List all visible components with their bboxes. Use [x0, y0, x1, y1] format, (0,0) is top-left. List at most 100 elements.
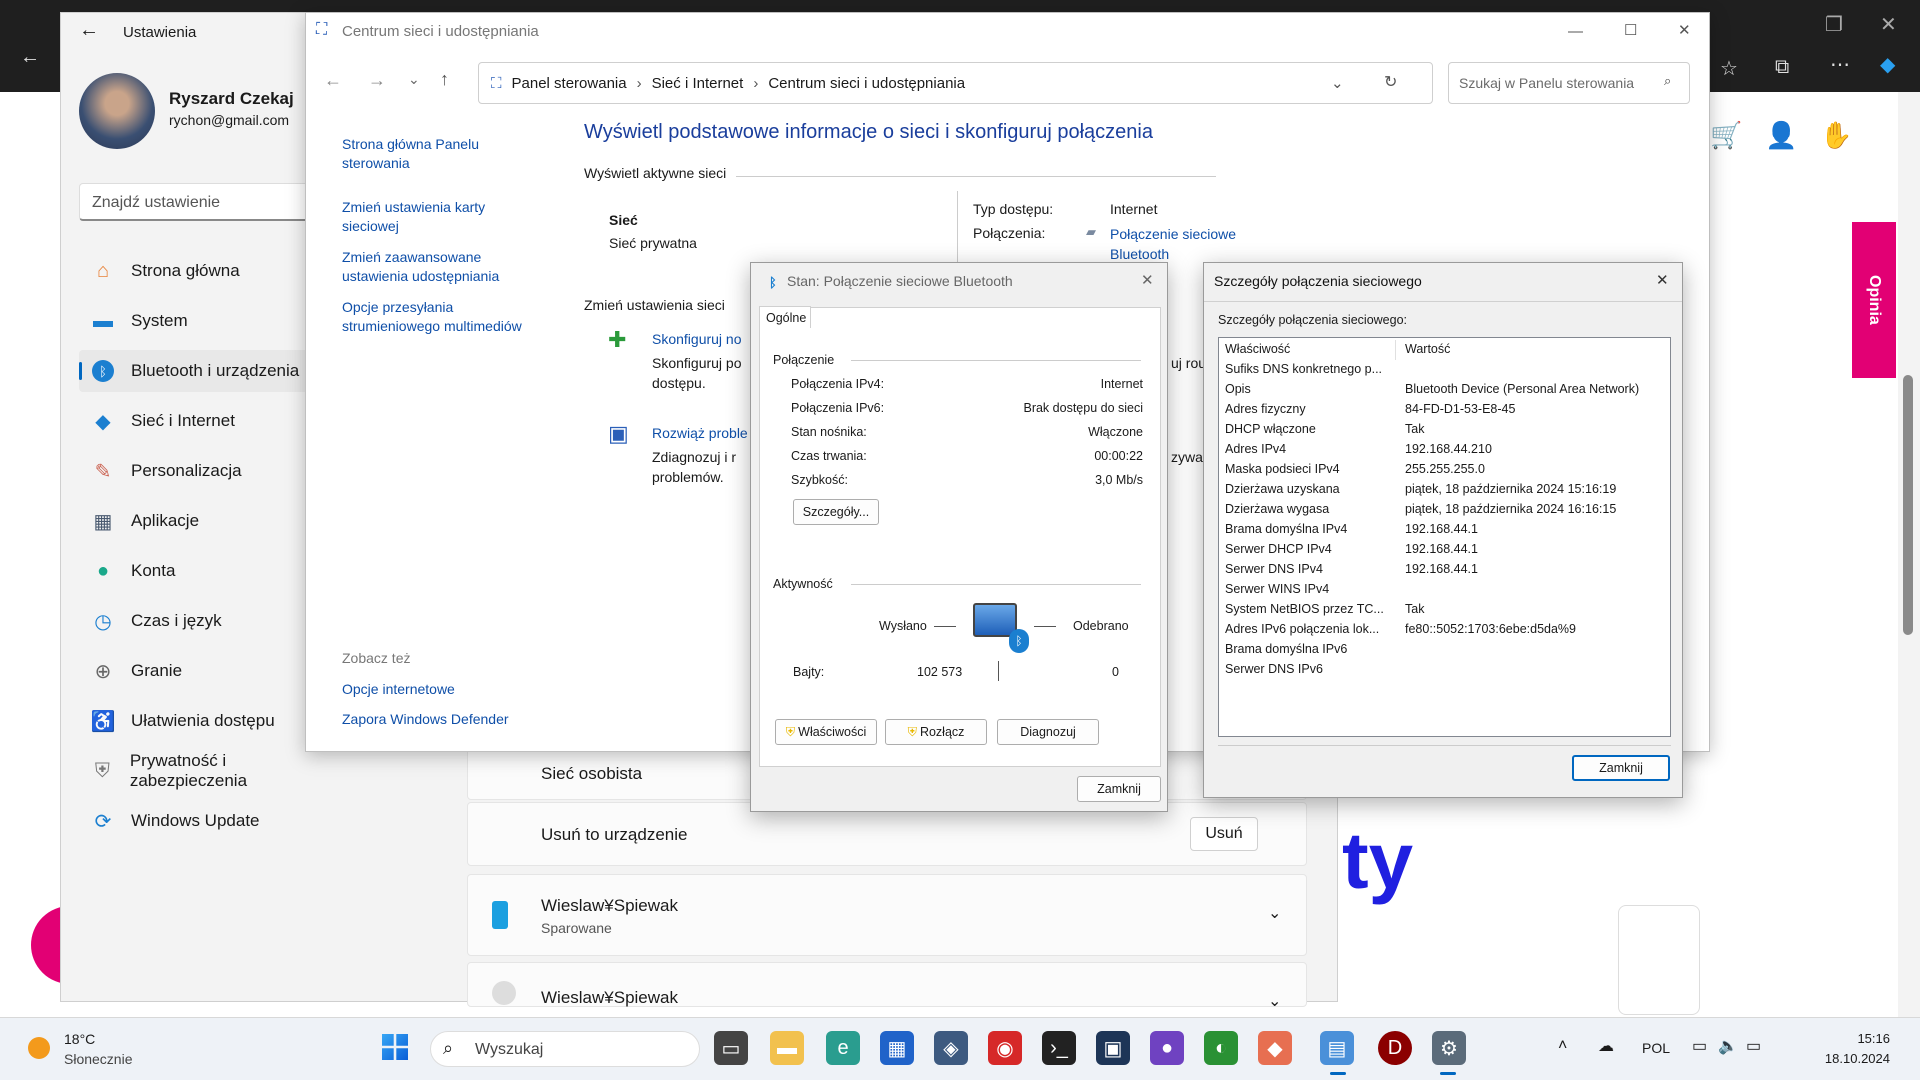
app-icon[interactable]: ◐: [1204, 1031, 1238, 1065]
list-item[interactable]: Serwer DNS IPv6: [1225, 662, 1665, 682]
chevron-down-icon[interactable]: ⌄: [1331, 74, 1344, 92]
chevron-right-icon[interactable]: ›: [753, 75, 758, 92]
details-button[interactable]: Szczegóły...: [793, 499, 879, 525]
control-panel-taskbar-icon[interactable]: ▤: [1320, 1031, 1354, 1065]
cart-icon[interactable]: 🛒: [1710, 120, 1742, 151]
chevron-up-icon[interactable]: ˄: [1558, 1037, 1567, 1055]
terminal-icon[interactable]: ›_: [1042, 1031, 1076, 1065]
settings-search-input[interactable]: Znajdź ustawienie: [79, 183, 339, 221]
list-item[interactable]: Adres fizyczny 84-FD-D1-53-E8-45: [1225, 402, 1665, 422]
nav-item-apps[interactable]: ▦ Aplikacje: [79, 500, 339, 542]
copilot-icon[interactable]: ◆: [1880, 52, 1895, 77]
favorites-icon[interactable]: ☆: [1720, 56, 1738, 81]
d-app-icon[interactable]: D: [1378, 1031, 1412, 1065]
nav-item-bluetooth[interactable]: ᛒ Bluetooth i urządzenia: [79, 350, 339, 392]
user-icon[interactable]: 👤: [1765, 120, 1797, 151]
back-arrow-icon[interactable]: ←: [324, 70, 342, 91]
properties-button[interactable]: ⛨ Właściwości: [775, 719, 877, 745]
sun-icon[interactable]: [28, 1037, 50, 1059]
nav-item-time[interactable]: ◷ Czas i język: [79, 600, 339, 642]
forward-arrow-icon[interactable]: →: [368, 70, 386, 91]
media-app-icon[interactable]: ◉: [988, 1031, 1022, 1065]
device-row[interactable]: Wieslaw¥Spiewak Sparowane ⌄: [467, 874, 1307, 956]
link-internet-options[interactable]: Opcje internetowe: [342, 680, 455, 699]
back-icon[interactable]: ←: [20, 46, 40, 69]
nav-item-windows-update[interactable]: ⟳ Windows Update: [79, 800, 339, 842]
list-item[interactable]: Brama domyślna IPv6: [1225, 642, 1665, 662]
remove-button[interactable]: Usuń: [1190, 817, 1258, 851]
back-arrow-icon[interactable]: ←: [79, 19, 99, 42]
list-item[interactable]: Dzierżawa wygasa piątek, 18 października …: [1225, 502, 1665, 522]
device-row[interactable]: Wieslaw¥Spiewak ⌄: [467, 962, 1307, 1010]
troubleshoot-link[interactable]: Rozwiąż proble: [652, 424, 748, 443]
volume-icon[interactable]: 🔈: [1718, 1036, 1738, 1056]
column-header-value[interactable]: Wartość: [1405, 342, 1450, 362]
link-media-streaming[interactable]: Opcje przesyłania strumieniowego multime…: [342, 298, 552, 336]
maximize-icon[interactable]: ☐: [1624, 21, 1637, 39]
refresh-icon[interactable]: ↻: [1384, 72, 1397, 92]
close-icon[interactable]: ✕: [1880, 12, 1897, 37]
network-icon[interactable]: ▭: [1692, 1036, 1707, 1056]
close-icon[interactable]: ✕: [1141, 271, 1154, 289]
list-item[interactable]: Opis Bluetooth Device (Personal Area Netw…: [1225, 382, 1665, 402]
file-explorer-icon[interactable]: ▬: [770, 1031, 804, 1065]
list-item[interactable]: Maska podsieci IPv4 255.255.255.0: [1225, 462, 1665, 482]
nav-item-gaming[interactable]: ⊕ Granie: [79, 650, 339, 692]
connection-link[interactable]: Połączenie sieciowe: [1110, 225, 1236, 244]
history-dropdown-icon[interactable]: ⌄: [408, 71, 420, 88]
close-button[interactable]: Zamknij: [1077, 776, 1161, 802]
nav-item-personalization[interactable]: ✎ Personalizacja: [79, 450, 339, 492]
list-item[interactable]: Serwer DNS IPv4 192.168.44.1: [1225, 562, 1665, 582]
list-item[interactable]: DHCP włączone Tak: [1225, 422, 1665, 442]
battery-icon[interactable]: ▭: [1746, 1036, 1761, 1056]
minimize-icon[interactable]: —: [1568, 23, 1583, 40]
hand-icon[interactable]: ✋: [1820, 120, 1852, 151]
clock-time[interactable]: 15:16: [1830, 1031, 1890, 1046]
link-adapter-settings[interactable]: Zmień ustawienia karty sieciowej: [342, 198, 512, 236]
weather-desc[interactable]: Słonecznie: [64, 1051, 133, 1067]
setup-connection-link[interactable]: Skonfiguruj no: [652, 330, 742, 349]
tab-general[interactable]: Ogólne: [759, 306, 811, 328]
chevron-down-icon[interactable]: ⌄: [1268, 991, 1281, 1011]
settings-gear-icon[interactable]: ⚙: [1432, 1031, 1466, 1065]
cloud-icon[interactable]: ☁: [1598, 1036, 1614, 1056]
list-item[interactable]: Serwer DHCP IPv4 192.168.44.1: [1225, 542, 1665, 562]
close-icon[interactable]: ✕: [1678, 21, 1691, 39]
taskbar-search[interactable]: ⌕ Wyszukaj: [430, 1031, 700, 1067]
nav-item-network[interactable]: ◆ Sieć i Internet: [79, 400, 339, 442]
github-icon[interactable]: ●: [1150, 1031, 1184, 1065]
restore-icon[interactable]: ❐: [1825, 12, 1843, 37]
list-item[interactable]: Brama domyślna IPv4 192.168.44.1: [1225, 522, 1665, 542]
more-icon[interactable]: ⋯: [1830, 52, 1850, 77]
list-item[interactable]: Dzierżawa uzyskana piątek, 18 październik…: [1225, 482, 1665, 502]
close-icon[interactable]: ✕: [1656, 271, 1669, 289]
up-arrow-icon[interactable]: ↑: [440, 69, 449, 90]
feedback-tab[interactable]: Opinia: [1852, 222, 1896, 378]
chevron-down-icon[interactable]: ⌄: [1268, 903, 1281, 923]
nav-item-home[interactable]: ⌂ Strona główna: [79, 250, 339, 292]
nav-item-accessibility[interactable]: ♿ Ułatwienia dostępu: [79, 700, 339, 742]
scrollbar-thumb[interactable]: [1903, 375, 1913, 635]
virtualbox-icon[interactable]: ◈: [934, 1031, 968, 1065]
collections-icon[interactable]: ⧉: [1775, 56, 1789, 79]
nav-item-privacy[interactable]: ⛨ Prywatność i zabezpieczenia: [79, 750, 339, 792]
save-app-icon[interactable]: ▣: [1096, 1031, 1130, 1065]
breadcrumb-item[interactable]: Sieć i Internet: [652, 75, 744, 92]
link-firewall[interactable]: Zapora Windows Defender: [342, 710, 509, 729]
list-item[interactable]: Serwer WINS IPv4: [1225, 582, 1665, 602]
task-view-icon[interactable]: ▭: [714, 1031, 748, 1065]
nav-item-system[interactable]: ▬ System: [79, 300, 339, 342]
diagnose-button[interactable]: Diagnozuj: [997, 719, 1099, 745]
list-item[interactable]: Adres IPv6 połączenia lok... fe80::5052:1…: [1225, 622, 1665, 642]
nav-item-accounts[interactable]: ● Konta: [79, 550, 339, 592]
column-header-property[interactable]: Właściwość: [1225, 342, 1405, 362]
language-indicator[interactable]: POL: [1642, 1040, 1670, 1056]
breadcrumb-item[interactable]: Centrum sieci i udostępniania: [768, 75, 965, 92]
list-item[interactable]: Adres IPv4 192.168.44.210: [1225, 442, 1665, 462]
column-separator[interactable]: [1395, 340, 1396, 360]
link-advanced-sharing[interactable]: Zmień zaawansowane ustawienia udostępnia…: [342, 248, 522, 286]
details-list[interactable]: Właściwość Wartość Sufiks DNS konkretneg…: [1218, 337, 1671, 737]
disconnect-button[interactable]: ⛨ Rozłącz: [885, 719, 987, 745]
list-item[interactable]: System NetBIOS przez TC... Tak: [1225, 602, 1665, 622]
chevron-right-icon[interactable]: ›: [637, 75, 642, 92]
